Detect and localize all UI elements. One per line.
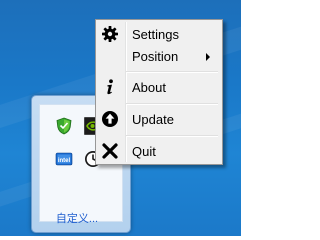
menu-item-label: Settings	[132, 27, 179, 42]
menu-item-settings[interactable]: Settings	[98, 23, 220, 45]
submenu-arrow-icon	[206, 53, 210, 61]
intel-icon[interactable]: intel	[55, 150, 73, 168]
context-menu: Settings Position About Update Quit	[95, 19, 223, 165]
upload-arrow-icon	[101, 110, 119, 128]
menu-item-label: About	[132, 80, 166, 95]
menu-item-about[interactable]: About	[98, 76, 220, 98]
menu-separator	[126, 135, 218, 137]
svg-text:intel: intel	[58, 158, 71, 164]
menu-item-label: Position	[132, 49, 179, 64]
gear-icon	[101, 25, 119, 43]
menu-item-label: Update	[132, 112, 174, 127]
menu-separator	[126, 103, 218, 105]
menu-item-label: Quit	[132, 144, 156, 159]
shield-icon[interactable]	[55, 117, 73, 135]
customize-link[interactable]: 自定义...	[40, 210, 114, 226]
info-icon	[101, 78, 119, 96]
menu-item-update[interactable]: Update	[98, 108, 220, 130]
menu-item-position[interactable]: Position	[98, 45, 220, 67]
close-x-icon	[101, 142, 119, 160]
menu-separator	[126, 71, 218, 73]
menu-item-quit[interactable]: Quit	[98, 140, 220, 162]
